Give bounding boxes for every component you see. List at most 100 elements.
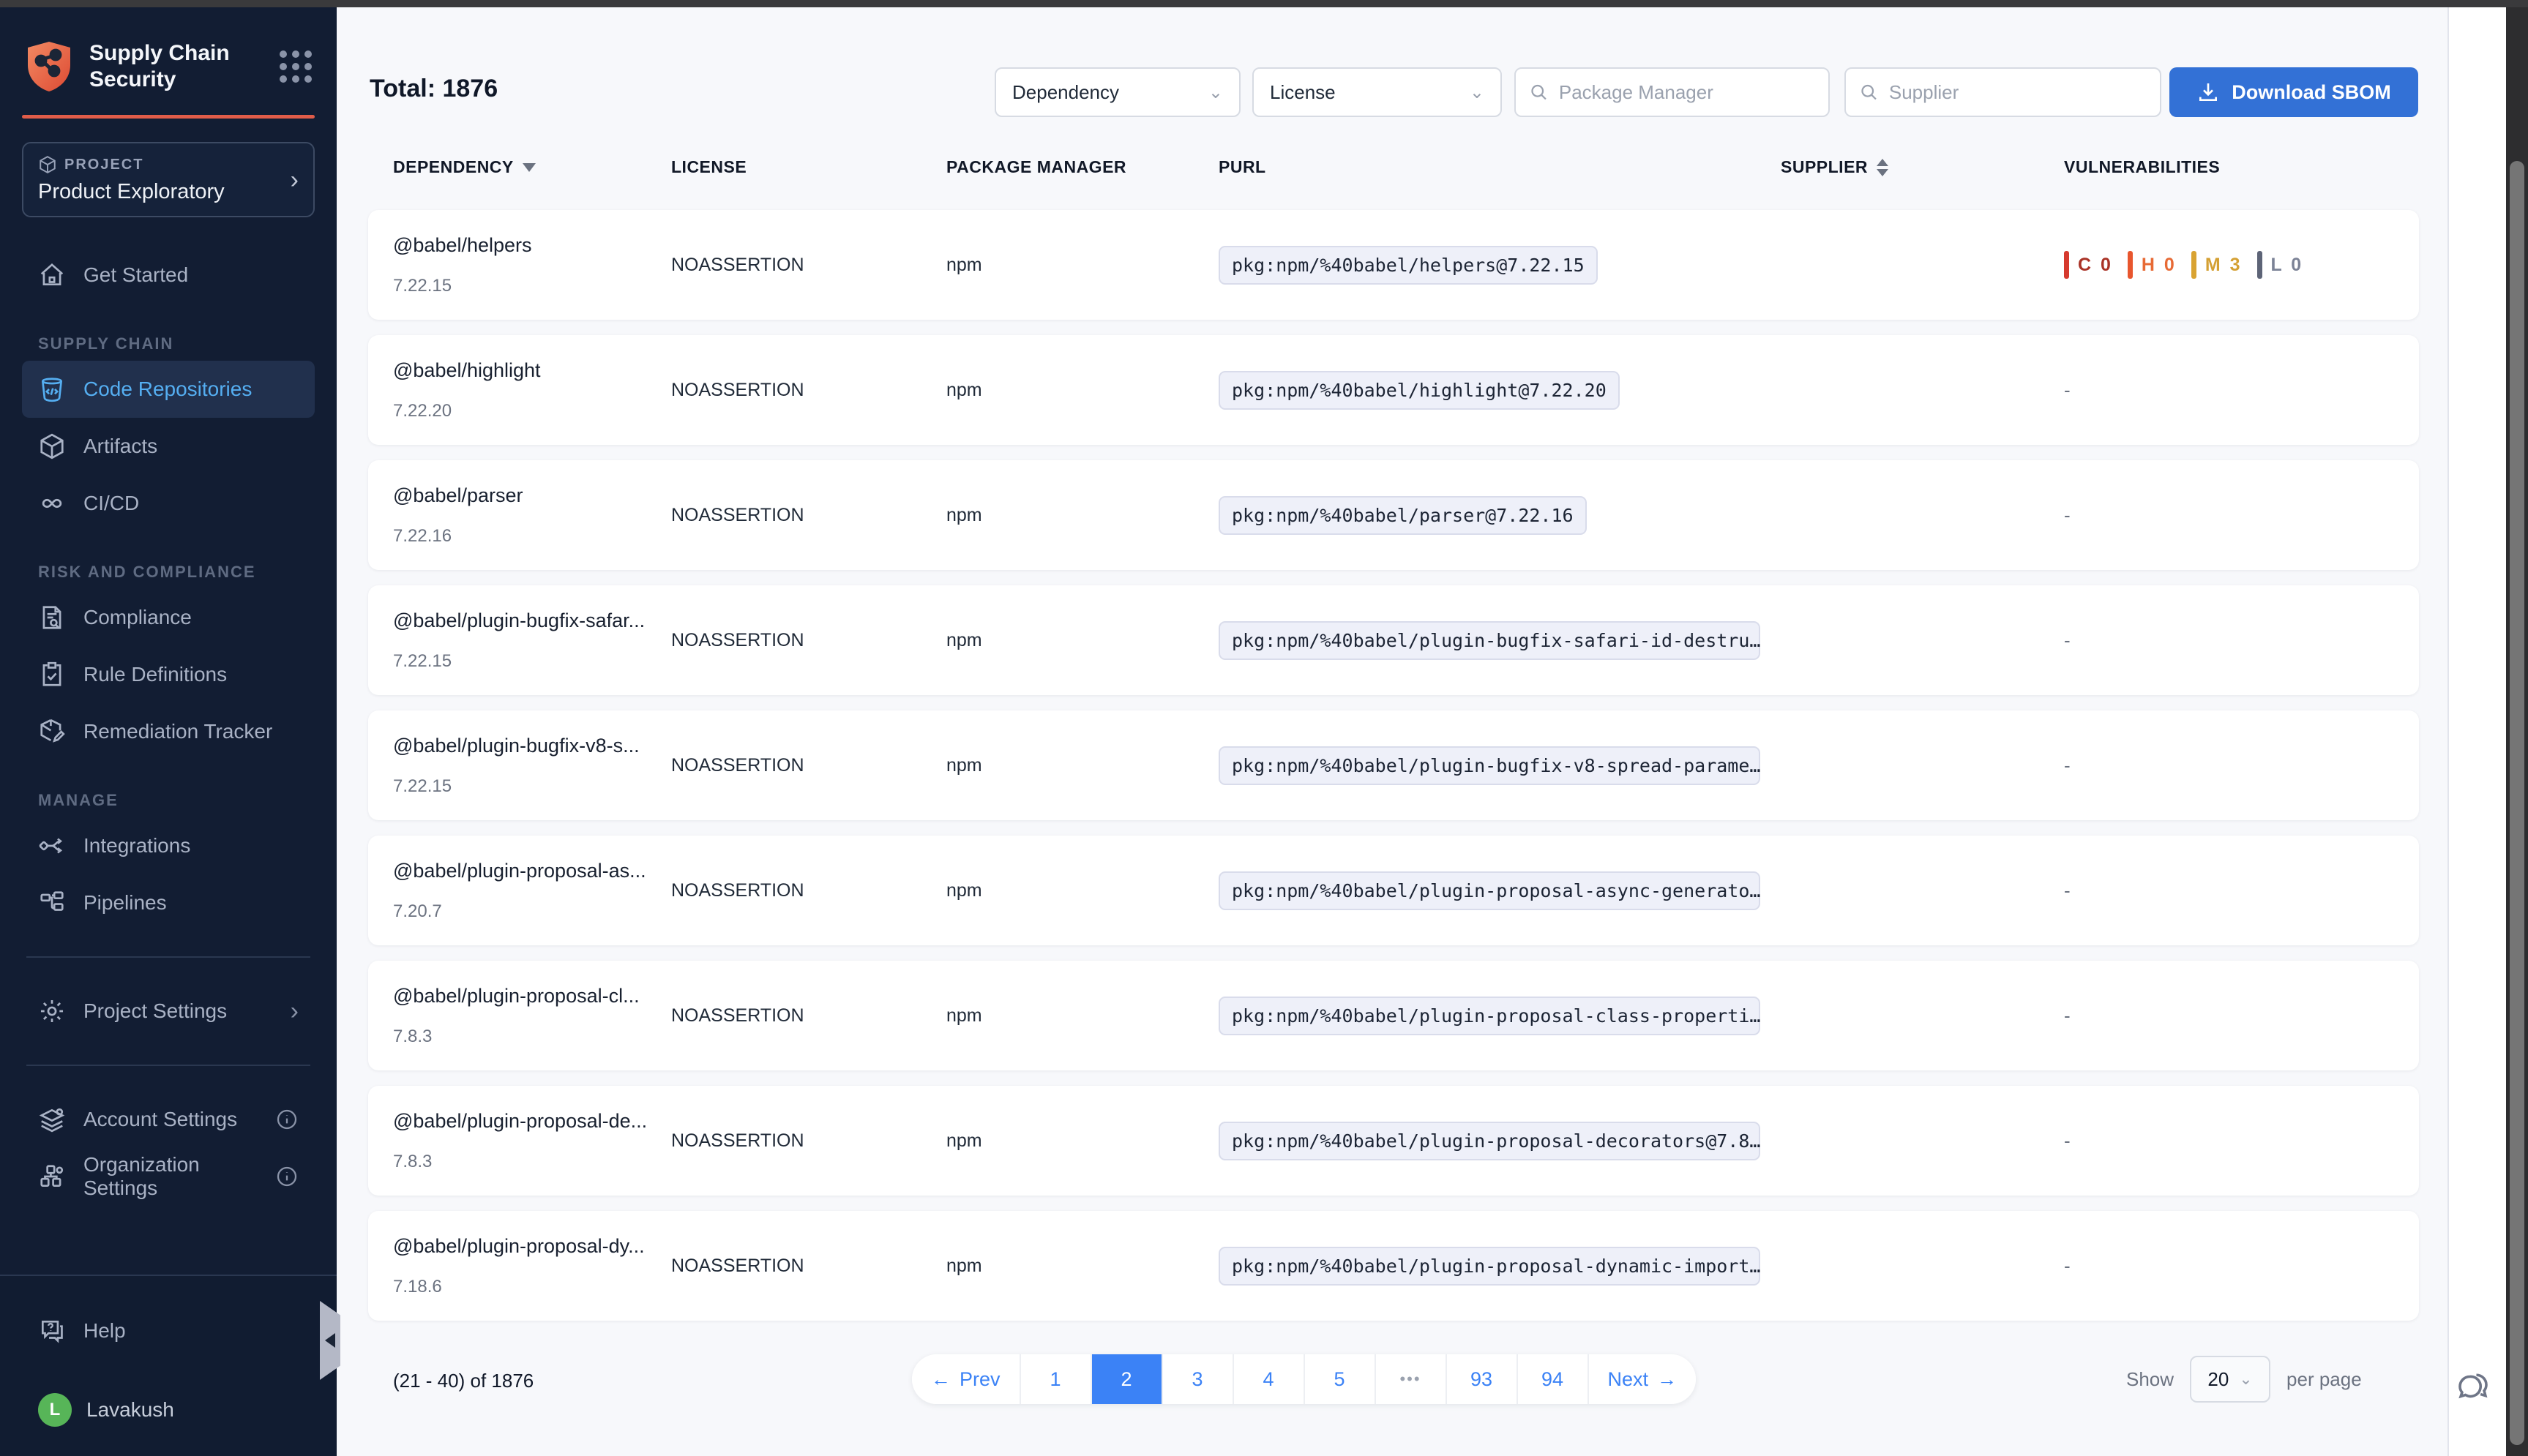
empty-value: - [2064, 1255, 2071, 1277]
package-manager-search-input[interactable] [1559, 81, 1815, 104]
table-row[interactable]: @babel/plugin-bugfix-v8-s... 7.22.15 NOA… [368, 710, 2419, 820]
avatar: L [38, 1393, 72, 1427]
column-header-license: LICENSE [671, 157, 946, 177]
supplier-search-input[interactable] [1889, 81, 2147, 104]
dependency-name: @babel/plugin-proposal-de... [393, 1110, 671, 1133]
page-size-control: Show 20 ⌄ per page [2126, 1356, 2362, 1403]
show-label: Show [2126, 1368, 2174, 1391]
scrollbar-thumb[interactable] [2510, 161, 2524, 1445]
sidebar-item-integrations[interactable]: Integrations [22, 817, 315, 874]
sidebar-item-label: CI/CD [83, 492, 139, 515]
project-label: PROJECT [64, 157, 143, 173]
page-button-3[interactable]: 3 [1163, 1354, 1234, 1404]
sidebar-section-risk-and-compliance: RISK AND COMPLIANCE [38, 563, 315, 582]
dependency-version: 7.8.3 [393, 1152, 671, 1172]
app-switcher-icon[interactable] [280, 50, 312, 83]
sidebar-item-project-settings[interactable]: Project Settings › [22, 983, 315, 1040]
divider [26, 1065, 310, 1066]
split-arrows-icon [38, 832, 66, 860]
vulnerabilities-cell: - [2064, 629, 2394, 652]
table-row[interactable]: @babel/plugin-proposal-as... 7.20.7 NOAS… [368, 836, 2419, 945]
total-count: Total: 1876 [370, 75, 498, 103]
dependency-table: @babel/helpers 7.22.15 NOASSERTION npm p… [368, 210, 2419, 1336]
severity-C: C 0 [2064, 251, 2113, 279]
page-button-93[interactable]: 93 [1447, 1354, 1518, 1404]
table-row[interactable]: @babel/highlight 7.22.20 NOASSERTION npm… [368, 335, 2419, 445]
page-size-select[interactable]: 20 ⌄ [2190, 1356, 2270, 1403]
sidebar-item-label: Compliance [83, 606, 192, 629]
column-header-dependency[interactable]: DEPENDENCY [393, 157, 671, 177]
prev-page-button[interactable]: ←Prev [912, 1354, 1021, 1404]
purl-chip[interactable]: pkg:npm/%40babel/plugin-proposal-dynamic… [1219, 1247, 1760, 1286]
table-row[interactable]: @babel/plugin-proposal-dy... 7.18.6 NOAS… [368, 1211, 2419, 1321]
purl-chip[interactable]: pkg:npm/%40babel/helpers@7.22.15 [1219, 246, 1598, 285]
purl-chip[interactable]: pkg:npm/%40babel/highlight@7.22.20 [1219, 371, 1620, 410]
page-button-5[interactable]: 5 [1305, 1354, 1376, 1404]
package-manager-value: npm [946, 1130, 1219, 1152]
purl-chip[interactable]: pkg:npm/%40babel/plugin-bugfix-v8-spread… [1219, 746, 1760, 785]
purl-chip[interactable]: pkg:npm/%40babel/plugin-proposal-decorat… [1219, 1122, 1760, 1160]
per-page-label: per page [2286, 1368, 2362, 1391]
download-icon [2196, 80, 2220, 104]
table-row[interactable]: @babel/plugin-proposal-cl... 7.8.3 NOASS… [368, 961, 2419, 1070]
dependency-name: @babel/plugin-bugfix-safar... [393, 609, 671, 632]
sidebar-item-label: Remediation Tracker [83, 720, 272, 743]
empty-value: - [2064, 504, 2071, 526]
dependency-version: 7.22.15 [393, 276, 671, 296]
sidebar-item-remediation-tracker[interactable]: Remediation Tracker [22, 703, 315, 760]
info-icon[interactable] [275, 1165, 299, 1188]
license-filter-select[interactable]: License ⌄ [1252, 67, 1502, 117]
dependency-name: @babel/plugin-proposal-cl... [393, 985, 671, 1007]
download-sbom-button[interactable]: Download SBOM [2169, 67, 2418, 117]
dependency-version: 7.22.15 [393, 776, 671, 797]
sidebar-item-artifacts[interactable]: Artifacts [22, 418, 315, 475]
package-manager-value: npm [946, 1005, 1219, 1027]
license-value: NOASSERTION [671, 880, 946, 901]
table-row[interactable]: @babel/parser 7.22.16 NOASSERTION npm pk… [368, 460, 2419, 570]
dependency-filter-select[interactable]: Dependency ⌄ [995, 67, 1241, 117]
sidebar-item-rule-definitions[interactable]: Rule Definitions [22, 646, 315, 703]
dependency-name: @babel/highlight [393, 359, 671, 382]
package-manager-value: npm [946, 1256, 1219, 1277]
project-selector[interactable]: PROJECT Product Exploratory › [22, 142, 315, 217]
sidebar-item-organization-settings[interactable]: Organization Settings [22, 1148, 315, 1205]
pipeline-icon [38, 889, 66, 917]
dependency-version: 7.8.3 [393, 1027, 671, 1047]
page-button-1[interactable]: 1 [1021, 1354, 1092, 1404]
dependency-version: 7.22.16 [393, 526, 671, 547]
vulnerabilities-cell: - [2064, 504, 2394, 527]
supplier-search [1844, 67, 2161, 117]
table-row[interactable]: @babel/plugin-proposal-de... 7.8.3 NOASS… [368, 1086, 2419, 1196]
column-header-package-manager: PACKAGE MANAGER [946, 157, 1219, 177]
pagination: ←Prev12345•••9394Next→ [912, 1354, 1696, 1404]
sidebar-item-pipelines[interactable]: Pipelines [22, 874, 315, 931]
purl-chip[interactable]: pkg:npm/%40babel/parser@7.22.16 [1219, 496, 1587, 535]
page-button-94[interactable]: 94 [1518, 1354, 1589, 1404]
page-size-value: 20 [2207, 1368, 2229, 1391]
vulnerabilities-cell: - [2064, 754, 2394, 777]
user-menu[interactable]: L Lavakush [22, 1393, 315, 1427]
purl-chip[interactable]: pkg:npm/%40babel/plugin-proposal-async-g… [1219, 871, 1760, 910]
sidebar-item-compliance[interactable]: Compliance [22, 589, 315, 646]
vulnerabilities-cell: - [2064, 1005, 2394, 1027]
sidebar-item-help[interactable]: Help [22, 1302, 315, 1359]
sidebar-item-account-settings[interactable]: Account Settings [22, 1091, 315, 1148]
vulnerabilities-cell: - [2064, 379, 2394, 402]
next-page-button[interactable]: Next→ [1589, 1354, 1697, 1404]
sidebar-item-code-repositories[interactable]: Code Repositories [22, 361, 315, 418]
chat-support-icon[interactable] [2453, 1367, 2493, 1406]
package-manager-value: npm [946, 755, 1219, 776]
sidebar-item-get-started[interactable]: Get Started [22, 247, 315, 304]
info-icon[interactable] [275, 1108, 299, 1131]
page-button-2[interactable]: 2 [1092, 1354, 1163, 1404]
window-scrollbar[interactable] [2506, 7, 2528, 1456]
page-button-4[interactable]: 4 [1234, 1354, 1305, 1404]
column-header-supplier[interactable]: SUPPLIER [1781, 157, 2064, 177]
chevron-down-icon: ⌄ [2239, 1370, 2252, 1389]
table-row[interactable]: @babel/helpers 7.22.15 NOASSERTION npm p… [368, 210, 2419, 320]
table-row[interactable]: @babel/plugin-bugfix-safar... 7.22.15 NO… [368, 585, 2419, 695]
sidebar-item-cicd[interactable]: CI/CD [22, 475, 315, 532]
purl-chip[interactable]: pkg:npm/%40babel/plugin-proposal-class-p… [1219, 997, 1760, 1035]
sidebar-item-label: Artifacts [83, 435, 157, 458]
purl-chip[interactable]: pkg:npm/%40babel/plugin-bugfix-safari-id… [1219, 621, 1760, 660]
